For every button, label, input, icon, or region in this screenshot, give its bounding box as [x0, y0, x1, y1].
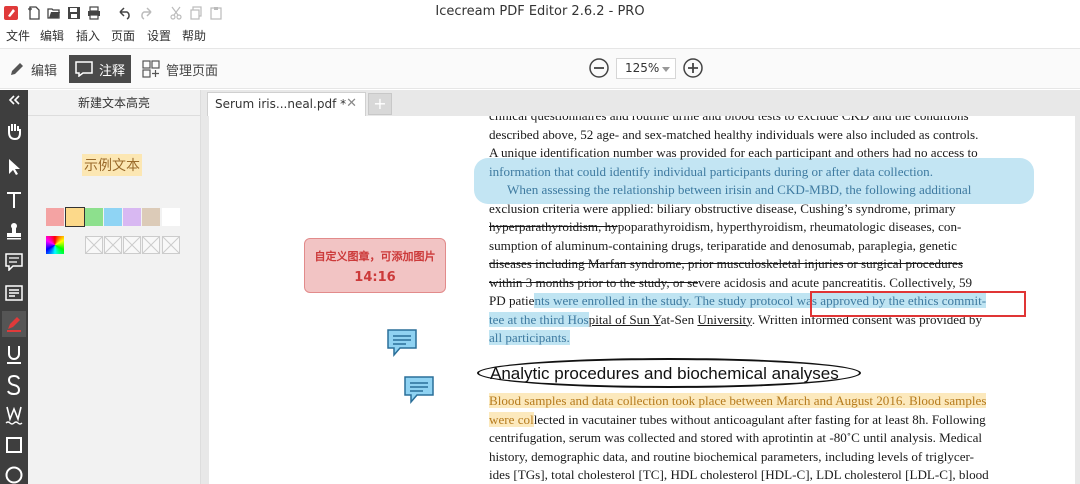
document-area: Serum iris...neal.pdf * ✕ + 自定义图章，可添加图片 …: [201, 90, 1080, 484]
custom-color-picker-icon[interactable]: [46, 236, 64, 254]
color-swatch-green[interactable]: [85, 208, 103, 226]
zoom-level-value: 125%: [625, 61, 660, 75]
manage-pages-label: 管理页面: [166, 63, 219, 79]
main-toolbar: 编辑 注释 管理页面 125%: [0, 48, 1080, 89]
note-tool-icon[interactable]: [2, 249, 26, 275]
hand-tool-icon[interactable]: [2, 118, 26, 144]
color-swatch-yellow[interactable]: [65, 207, 85, 227]
text-box-tool-icon[interactable]: [2, 280, 26, 306]
empty-color-slot[interactable]: [85, 236, 103, 254]
edit-mode-button[interactable]: 编辑: [3, 55, 63, 83]
ellipse-tool-icon[interactable]: [2, 462, 26, 484]
custom-stamp-annotation[interactable]: 自定义图章，可添加图片 14:16: [304, 238, 446, 293]
annotate-mode-button[interactable]: 注释: [69, 55, 132, 83]
empty-color-slot[interactable]: [142, 236, 160, 254]
text-line: ides [TGs], total cholesterol [TC], HDL …: [489, 467, 989, 482]
document-tab-label: Serum iris...neal.pdf *: [215, 97, 347, 111]
color-swatch-white[interactable]: [162, 208, 180, 226]
menu-insert[interactable]: 插入: [76, 27, 100, 44]
menu-edit[interactable]: 编辑: [40, 27, 64, 44]
chevron-down-icon: [662, 67, 670, 72]
new-tab-button[interactable]: +: [368, 93, 392, 115]
color-swatch-blue[interactable]: [104, 208, 122, 226]
text-line: A unique identification number was provi…: [489, 145, 978, 160]
text-line: exclusion criteria were applied: biliary…: [489, 200, 956, 216]
text-run: vere acidosis and acute pancreatitis. Co…: [698, 274, 973, 290]
underline-annotation[interactable]: Y: [653, 312, 661, 327]
menu-file[interactable]: 文件: [6, 27, 30, 44]
underline-tool-icon[interactable]: [2, 342, 26, 368]
collapse-panel-icon[interactable]: [2, 90, 26, 110]
panel-title: 新建文本高亮: [77, 96, 150, 110]
strikeout-annotation[interactable]: within 3 months prior to the study, or s…: [489, 275, 698, 290]
text-run: lected in vacutainer tubes without antic…: [533, 411, 986, 427]
text-line: Blood samples and data collection took p…: [489, 392, 987, 411]
manage-pages-button[interactable]: 管理页面: [136, 55, 224, 83]
highlight-annotation[interactable]: all participants.: [489, 330, 570, 345]
rectangle-tool-icon[interactable]: [2, 432, 26, 458]
text-run: PD patie: [489, 293, 535, 308]
zoom-out-icon[interactable]: [589, 58, 609, 78]
underline-annotation[interactable]: pital of Sun: [589, 312, 653, 327]
strikeout-annotation[interactable]: hyperparathyroidism, hy: [489, 219, 618, 234]
panel-divider: [28, 115, 200, 116]
menu-bar: 文件 编辑 插入 页面 设置 帮助: [0, 26, 1080, 48]
close-icon[interactable]: ✕: [346, 96, 357, 111]
pointer-tool-icon[interactable]: [2, 154, 26, 180]
menu-help[interactable]: 帮助: [182, 27, 206, 44]
zoom-level-select[interactable]: 125%: [616, 58, 676, 79]
pencil-icon: [11, 63, 23, 75]
strikeout-annotation[interactable]: diseases including Marfan syndrome, prio…: [489, 255, 963, 274]
ellipse-annotation[interactable]: [477, 358, 861, 388]
text-line: described above, 52 age- and sex-matched…: [489, 126, 979, 142]
empty-color-slot[interactable]: [123, 236, 141, 254]
underline-annotation[interactable]: University: [697, 312, 751, 327]
menu-page[interactable]: 页面: [111, 27, 135, 44]
strikeout-tool-icon[interactable]: [2, 372, 26, 398]
annotate-mode-label: 注释: [99, 63, 126, 79]
rectangle-annotation[interactable]: [810, 291, 1026, 317]
text-line: When assessing the relationship between …: [507, 182, 972, 197]
pdf-page[interactable]: 自定义图章，可添加图片 14:16 clinical questionnaire…: [209, 116, 1075, 484]
text-line: history, demographic data, and routine b…: [489, 448, 975, 464]
text-line: sumption of aluminum-containing drugs, t…: [489, 237, 957, 253]
highlight-annotation[interactable]: tee at the third Hos: [489, 311, 589, 327]
menu-settings[interactable]: 设置: [147, 27, 171, 44]
color-swatch-purple[interactable]: [123, 208, 141, 226]
highlight-annotation[interactable]: nts were enrolled in the study. The stud…: [534, 293, 790, 308]
document-tab[interactable]: Serum iris...neal.pdf * ✕: [207, 92, 366, 116]
comment-icon: [75, 61, 93, 77]
edit-mode-label: 编辑: [31, 63, 58, 79]
text-line: all participants.: [489, 329, 570, 348]
squiggly-tool-icon[interactable]: [2, 402, 26, 428]
color-swatch-red[interactable]: [46, 208, 64, 226]
text-line: hyperparathyroidism, hypoparathyroidism,…: [489, 218, 961, 237]
highlighter-tool-icon[interactable]: [2, 311, 26, 337]
stamp-line-1: 自定义图章，可添加图片: [314, 250, 436, 263]
sample-text-preview: 示例文本: [82, 154, 142, 176]
sticky-note-icon[interactable]: [386, 328, 418, 358]
stamp-line-2: 14:16: [354, 270, 396, 285]
title-bar: Icecream PDF Editor 2.6.2 - PRO: [0, 0, 1080, 26]
highlight-annotation[interactable]: were col: [489, 411, 534, 427]
text-line: clinical questionnaires and routine urin…: [489, 116, 969, 126]
pages-grid-icon: [142, 60, 160, 78]
annotation-tool-strip: [0, 90, 28, 484]
highlight-annotation[interactable]: Blood samples and data collection took p…: [489, 393, 987, 408]
text-line: information that could identify individu…: [489, 163, 933, 179]
highlight-properties-panel: 新建文本高亮 示例文本: [28, 90, 201, 484]
text-run: poparathyroidism, hyperthyroidism, rheum…: [617, 219, 962, 234]
text-line: were collected in vacutainer tubes witho…: [489, 411, 986, 430]
app-title: Icecream PDF Editor 2.6.2 - PRO: [435, 4, 645, 19]
text-line: within 3 months prior to the study, or s…: [489, 274, 972, 293]
empty-color-slot[interactable]: [162, 236, 180, 254]
empty-color-slot[interactable]: [104, 236, 122, 254]
stamp-tool-icon[interactable]: [2, 218, 26, 244]
sticky-note-icon[interactable]: [403, 375, 435, 405]
color-swatch-tan[interactable]: [142, 208, 160, 226]
zoom-in-icon[interactable]: [683, 58, 703, 78]
text-run: at-Sen: [660, 311, 698, 327]
text-tool-icon[interactable]: [2, 187, 26, 213]
text-line: centrifugation, serum was collected and …: [489, 430, 983, 445]
